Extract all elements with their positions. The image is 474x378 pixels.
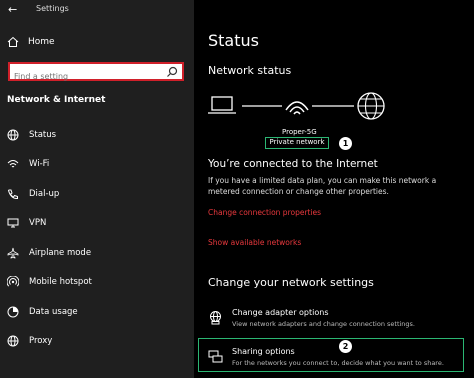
page-title: Status — [208, 31, 259, 50]
sidebar-item-dialup[interactable]: Dial-up — [0, 179, 194, 209]
sidebar-item-label: Dial-up — [29, 188, 60, 199]
show-available-networks-link[interactable]: Show available networks — [208, 238, 301, 247]
sidebar-item-label: Airplane mode — [29, 247, 92, 258]
sharing-icon — [208, 350, 223, 363]
connected-description: If you have a limited data plan, you can… — [208, 176, 437, 196]
sidebar-item-label: Status — [29, 129, 57, 140]
network-diagram — [208, 92, 385, 120]
wifi-icon — [7, 160, 19, 168]
option-description: View network adapters and change connect… — [232, 320, 415, 328]
laptop-icon — [208, 96, 236, 114]
data-usage-icon — [7, 306, 19, 318]
main-panel: Status Network status Proper-5G Private … — [194, 0, 474, 378]
option-description: For the networks you connect to, decide … — [232, 359, 444, 367]
wifi-signal-icon — [285, 101, 309, 115]
sidebar-item-label: Wi-Fi — [29, 159, 50, 170]
title-bar: ← Settings — [0, 0, 194, 18]
network-type-box: Private network — [265, 137, 329, 149]
globe-icon — [7, 335, 19, 347]
sidebar-item-mobile-hotspot[interactable]: Mobile hotspot — [0, 268, 194, 298]
sidebar-item-vpn[interactable]: VPN — [0, 209, 194, 239]
phone-icon — [7, 189, 18, 199]
sidebar-item-wifi[interactable]: Wi-Fi — [0, 150, 194, 180]
sidebar-nav: Status Wi-Fi Dial-up VPN Airplane mode M… — [0, 120, 194, 356]
hotspot-icon — [7, 276, 19, 287]
change-connection-properties-link[interactable]: Change connection properties — [208, 208, 321, 217]
internet-globe-icon — [357, 92, 385, 120]
vpn-icon — [7, 218, 19, 228]
window-title: Settings — [36, 4, 69, 13]
step-badge-1: 1 — [339, 137, 352, 150]
network-status-heading: Network status — [208, 64, 292, 77]
connected-heading: You’re connected to the Internet — [208, 158, 378, 170]
sidebar-item-label: Mobile hotspot — [29, 277, 92, 288]
change-settings-heading: Change your network settings — [208, 276, 374, 289]
sidebar-item-proxy[interactable]: Proxy — [0, 327, 194, 357]
search-icon[interactable] — [166, 66, 178, 78]
section-title: Network & Internet — [7, 95, 106, 105]
sidebar-item-label: Data usage — [29, 306, 78, 317]
sidebar-item-label: Proxy — [29, 336, 53, 347]
option-title: Sharing options — [232, 347, 295, 356]
sidebar: ← Settings Home Network & Internet Statu… — [0, 0, 194, 378]
home-label: Home — [28, 37, 55, 47]
adapter-globe-icon — [210, 311, 221, 325]
back-arrow-icon[interactable]: ← — [8, 3, 17, 16]
airplane-icon — [7, 247, 19, 259]
network-name: Proper-5G — [282, 128, 317, 136]
change-adapter-options[interactable]: Change adapter options View network adap… — [208, 308, 470, 332]
search-input[interactable] — [10, 69, 164, 84]
home-icon — [7, 36, 19, 47]
sidebar-item-airplane-mode[interactable]: Airplane mode — [0, 238, 194, 268]
sharing-options[interactable]: Sharing options For the networks you con… — [208, 347, 470, 371]
sidebar-item-label: VPN — [29, 218, 47, 229]
search-box[interactable] — [8, 62, 184, 84]
sidebar-item-data-usage[interactable]: Data usage — [0, 297, 194, 327]
option-title: Change adapter options — [232, 308, 329, 317]
sidebar-item-status[interactable]: Status — [0, 120, 194, 150]
globe-icon — [7, 129, 19, 141]
home-link[interactable]: Home — [7, 36, 55, 48]
